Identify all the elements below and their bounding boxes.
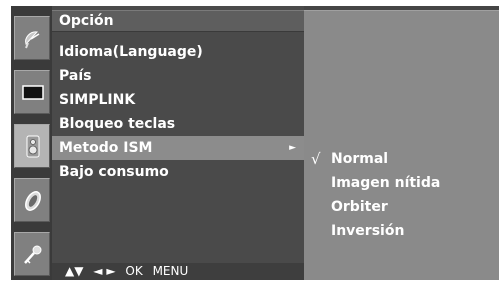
satellite-dish-icon <box>25 31 40 49</box>
menu-item-language[interactable]: Idioma(Language) <box>52 40 304 64</box>
speaker-icon <box>26 135 40 158</box>
ism-option-inversion[interactable]: Inversión <box>304 219 499 243</box>
ism-option-normal[interactable]: √ Normal <box>304 147 499 171</box>
menu-title: Opción <box>52 10 304 32</box>
ism-option-orbiter[interactable]: Orbiter <box>304 195 499 219</box>
menu-item-country[interactable]: País <box>52 64 304 88</box>
ok-hint: OK <box>125 264 143 278</box>
ism-option-sharp-image[interactable]: Imagen nítida <box>304 171 499 195</box>
menu-item-simplink[interactable]: SIMPLINK <box>52 88 304 112</box>
category-setup[interactable] <box>14 16 50 60</box>
navigation-hint-bar: ▲▼ ◄ ► OK MENU <box>52 263 304 280</box>
ism-option-list: √ Normal Imagen nítida Orbiter Inversión <box>304 147 499 243</box>
clock-icon <box>25 191 41 211</box>
leftright-arrows-icon: ◄ ► <box>93 264 116 278</box>
menu-hint: MENU <box>152 264 189 278</box>
option-label: Normal <box>331 151 389 167</box>
key-icon <box>24 245 42 264</box>
category-option[interactable] <box>14 232 50 276</box>
ism-submenu-panel: √ Normal Imagen nítida Orbiter Inversión <box>304 10 499 280</box>
category-time[interactable] <box>14 178 50 222</box>
screen-icon <box>22 85 44 100</box>
option-menu-list: Idioma(Language) País SIMPLINK Bloqueo t… <box>52 40 304 184</box>
category-picture[interactable] <box>14 70 50 114</box>
checkmark-icon: √ <box>311 150 321 168</box>
menu-item-ism-method[interactable]: Metodo ISM ► <box>52 136 304 160</box>
menu-item-label: Metodo ISM <box>59 140 153 156</box>
submenu-arrow-icon: ► <box>289 143 296 153</box>
option-menu-panel: Opción Idioma(Language) País SIMPLINK Bl… <box>52 6 304 280</box>
menu-item-key-lock[interactable]: Bloqueo teclas <box>52 112 304 136</box>
tv-osd-menu: Opción Idioma(Language) País SIMPLINK Bl… <box>11 6 499 280</box>
updown-arrows-icon: ▲▼ <box>65 264 84 278</box>
category-audio[interactable] <box>14 124 50 168</box>
menu-item-power-saving[interactable]: Bajo consumo <box>52 160 304 184</box>
category-icon-column <box>11 6 52 280</box>
